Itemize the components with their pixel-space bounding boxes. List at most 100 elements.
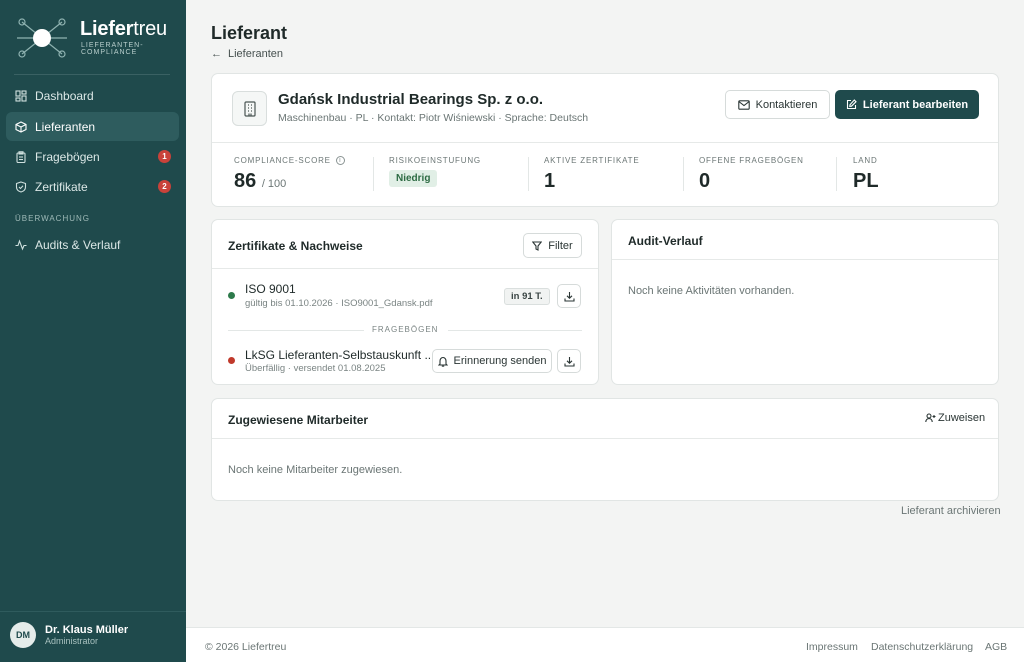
- divider: [612, 259, 998, 260]
- stat-label: LAND: [853, 156, 878, 165]
- risk-stat: RISIKOEINSTUFUNG Niedrig: [389, 156, 481, 187]
- sidebar-item-zertifikate[interactable]: Zertifikate 2: [6, 172, 179, 201]
- edit-button-label: Lieferant bearbeiten: [862, 98, 969, 111]
- main-content: Lieferant ← Lieferanten Gdańsk Industria…: [186, 0, 1024, 662]
- divider: [528, 157, 529, 191]
- sidebar-item-lieferanten[interactable]: Lieferanten: [6, 112, 179, 141]
- activity-icon: [15, 238, 27, 251]
- bell-icon: [437, 356, 448, 367]
- section-label: FRAGEBÖGEN: [372, 325, 439, 334]
- stat-label: AKTIVE ZERTIFIKATE: [544, 156, 640, 165]
- card-title: Zertifikate & Nachweise: [228, 239, 363, 253]
- sidebar-item-label: Dashboard: [35, 88, 94, 103]
- sidebar-item-dashboard[interactable]: Dashboard: [6, 81, 179, 110]
- brand-subtitle: LIEFERANTEN-COMPLIANCE: [81, 42, 144, 56]
- card-title: Audit-Verlauf: [628, 234, 703, 248]
- supplier-meta: Maschinenbau · PL · Kontakt: Piotr Wiśni…: [278, 112, 589, 124]
- dashboard-grid-icon: [15, 89, 27, 102]
- download-button[interactable]: [557, 284, 581, 308]
- footer-link-agb[interactable]: AGB: [985, 641, 1007, 653]
- sidebar-item-label: Fragebögen: [35, 149, 100, 164]
- divider: [212, 438, 998, 439]
- certificate-title[interactable]: ISO 9001: [245, 282, 296, 296]
- divider: [836, 157, 837, 191]
- edit-supplier-button[interactable]: Lieferant bearbeiten: [835, 90, 979, 119]
- mail-icon: [737, 99, 750, 110]
- risk-badge: Niedrig: [389, 170, 438, 187]
- avatar[interactable]: DM: [10, 622, 36, 648]
- divider: [373, 157, 374, 191]
- shield-check-icon: [15, 180, 27, 193]
- filter-icon: [532, 240, 543, 251]
- send-reminder-label: Erinnerung senden: [453, 355, 547, 367]
- sidebar-item-label: Lieferanten: [35, 119, 96, 134]
- questionnaire-subtitle: Überfällig · versendet 01.08.2025: [245, 363, 386, 374]
- empty-state-text: Noch keine Aktivitäten vorhanden.: [628, 285, 795, 297]
- brand-name: Liefertreu: [80, 18, 167, 40]
- clipboard-icon: [15, 150, 27, 163]
- divider: [683, 157, 684, 191]
- questionnaire-title[interactable]: LkSG Lieferanten-Selbstauskunft ...: [245, 348, 434, 362]
- user-plus-icon: [925, 413, 936, 423]
- audit-history-card: Audit-Verlauf Noch keine Aktivitäten vor…: [611, 219, 999, 385]
- status-dot: [228, 292, 235, 299]
- open-questionnaires-stat: OFFENE FRAGEBÖGEN 0: [699, 156, 804, 193]
- sidebar-section-label: ÜBERWACHUNG: [15, 214, 91, 223]
- stat-value: 0: [699, 170, 711, 192]
- arrow-left-icon: ←: [211, 48, 222, 60]
- send-reminder-button[interactable]: Erinnerung senden: [432, 349, 552, 373]
- filter-label: Filter: [548, 239, 573, 252]
- sidebar-item-label: Zertifikate: [35, 179, 88, 194]
- info-icon[interactable]: i: [335, 156, 345, 165]
- footer-link-privacy[interactable]: Datenschutzerklärung: [871, 641, 973, 653]
- expiry-badge: in 91 T.: [504, 288, 550, 305]
- user-role: Administrator: [45, 636, 99, 646]
- cube-icon: [15, 120, 27, 133]
- card-title: Zugewiesene Mitarbeiter: [228, 413, 369, 427]
- divider: [212, 142, 998, 143]
- brand-logo[interactable]: Liefertreu LIEFERANTEN-COMPLIANCE: [14, 14, 174, 64]
- compliance-score-stat: COMPLIANCE-SCORE i 86 / 100: [234, 156, 345, 193]
- copyright: © 2026 Liefertreu: [205, 641, 287, 653]
- footer-link-impressum[interactable]: Impressum: [806, 641, 858, 653]
- empty-state-text: Noch keine Mitarbeiter zugewiesen.: [228, 464, 403, 476]
- divider: [448, 330, 582, 331]
- page-title: Lieferant: [211, 23, 288, 43]
- filter-button[interactable]: Filter: [523, 233, 582, 258]
- certificates-card: Zertifikate & Nachweise Filter ISO 9001 …: [211, 219, 599, 385]
- sidebar-item-audits[interactable]: Audits & Verlauf: [6, 230, 179, 259]
- stat-label: COMPLIANCE-SCORE: [234, 156, 331, 165]
- network-logo-icon: [17, 18, 67, 58]
- supplier-name: Gdańsk Industrial Bearings Sp. z o.o.: [278, 91, 544, 108]
- supplier-header-card: Gdańsk Industrial Bearings Sp. z o.o. Ma…: [211, 73, 999, 207]
- sidebar-item-label: Audits & Verlauf: [35, 237, 121, 252]
- contact-button[interactable]: Kontaktieren: [725, 90, 830, 119]
- certificate-subtitle: gültig bis 01.10.2026 · ISO9001_Gdansk.p…: [245, 298, 433, 309]
- stat-label: OFFENE FRAGEBÖGEN: [699, 156, 804, 165]
- back-link[interactable]: ← Lieferanten: [211, 48, 283, 60]
- assign-label: Zuweisen: [938, 412, 986, 424]
- status-dot: [228, 357, 235, 364]
- notification-badge: 2: [158, 180, 171, 193]
- stat-value: 1: [544, 170, 556, 192]
- footer: © 2026 Liefertreu Impressum Datenschutze…: [186, 627, 1024, 662]
- assigned-employees-card: Zugewiesene Mitarbeiter Zuweisen Noch ke…: [211, 398, 999, 501]
- download-button[interactable]: [557, 349, 581, 373]
- archive-supplier-link[interactable]: Lieferant archivieren: [901, 505, 1001, 517]
- country-stat: LAND PL: [853, 156, 879, 193]
- download-icon: [563, 356, 575, 367]
- building-icon: [232, 91, 267, 126]
- assign-button[interactable]: Zuweisen: [925, 412, 985, 424]
- sidebar: Liefertreu LIEFERANTEN-COMPLIANCE Dashbo…: [0, 0, 186, 662]
- stat-value: 86: [234, 170, 257, 192]
- stat-suffix: / 100: [261, 178, 287, 190]
- download-icon: [563, 291, 575, 302]
- divider: [212, 268, 598, 269]
- back-link-label: Lieferanten: [228, 48, 284, 60]
- notification-badge: 1: [158, 150, 171, 163]
- sidebar-item-frageboegen[interactable]: Fragebögen 1: [6, 142, 179, 171]
- divider: [14, 74, 170, 75]
- stat-label: RISIKOEINSTUFUNG: [389, 156, 481, 165]
- stat-value: PL: [853, 170, 879, 192]
- divider: [228, 330, 364, 331]
